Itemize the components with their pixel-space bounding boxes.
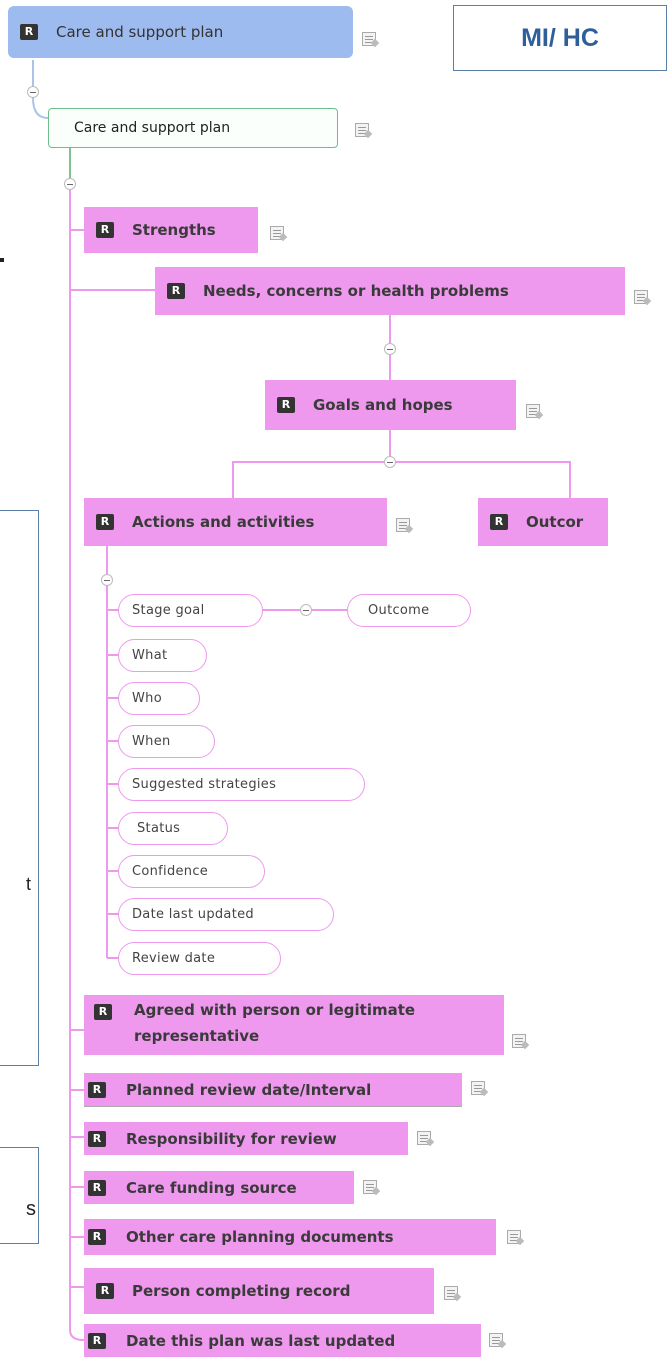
needs-node[interactable]: R Needs, concerns or health problems xyxy=(155,267,625,315)
left-frame-2-text: s xyxy=(26,1198,36,1220)
person-completing-label: Person completing record xyxy=(132,1282,351,1300)
confidence-pill[interactable]: Confidence xyxy=(118,855,265,888)
what-pill[interactable]: What xyxy=(118,639,207,672)
category-tag: MI/ HC xyxy=(453,5,667,71)
root-node[interactable]: R Care and support plan xyxy=(8,6,353,58)
r-badge-icon: R xyxy=(88,1332,106,1349)
agreed-node[interactable]: R Agreed with person or legitimate repre… xyxy=(84,995,504,1055)
note-icon[interactable] xyxy=(489,1333,503,1347)
r-badge-icon: R xyxy=(490,514,508,530)
note-icon[interactable] xyxy=(362,32,376,46)
outcome-pill[interactable]: Outcome xyxy=(347,594,471,627)
connector-lines xyxy=(32,60,571,1341)
funding-label: Care funding source xyxy=(126,1178,297,1197)
r-badge-icon: R xyxy=(88,1130,106,1147)
status-pill[interactable]: Status xyxy=(118,812,228,845)
goals-node[interactable]: R Goals and hopes xyxy=(265,380,516,430)
actions-label: Actions and activities xyxy=(132,513,315,531)
who-pill[interactable]: Who xyxy=(118,682,200,715)
collapse-icon[interactable] xyxy=(384,343,396,355)
strengths-label: Strengths xyxy=(132,221,216,239)
date-updated-label: Date this plan was last updated xyxy=(126,1331,396,1350)
note-icon[interactable] xyxy=(363,1180,377,1194)
r-badge-icon: R xyxy=(88,1081,106,1098)
outcomes-node[interactable]: R Outcor xyxy=(478,498,608,546)
r-badge-icon: R xyxy=(96,1283,114,1299)
left-frame-1-text: t xyxy=(26,874,32,894)
r-badge-icon: R xyxy=(94,1004,112,1020)
left-frame-2 xyxy=(0,1147,39,1244)
r-badge-icon: R xyxy=(96,222,114,238)
goals-label: Goals and hopes xyxy=(313,396,453,414)
planned-review-label: Planned review date/Interval xyxy=(126,1080,372,1099)
agreed-label-line1: Agreed with person or legitimate xyxy=(134,1001,416,1019)
child-node[interactable]: Care and support plan xyxy=(48,108,338,148)
note-icon[interactable] xyxy=(512,1034,526,1048)
note-icon[interactable] xyxy=(396,518,410,532)
collapse-icon[interactable] xyxy=(300,604,312,616)
person-completing-node[interactable]: R Person completing record xyxy=(84,1268,434,1314)
when-pill[interactable]: When xyxy=(118,725,215,758)
r-badge-icon: R xyxy=(88,1229,106,1245)
strengths-node[interactable]: R Strengths xyxy=(84,207,258,253)
child-node-label: Care and support plan xyxy=(74,120,231,136)
outcomes-label: Outcor xyxy=(526,513,584,531)
left-edge-mark xyxy=(0,258,4,262)
collapse-icon[interactable] xyxy=(27,86,39,98)
note-icon[interactable] xyxy=(444,1286,458,1300)
date-last-updated-pill[interactable]: Date last updated xyxy=(118,898,334,931)
r-badge-icon: R xyxy=(277,397,295,413)
responsibility-label: Responsibility for review xyxy=(126,1129,337,1148)
category-tag-label: MI/ HC xyxy=(521,23,599,52)
date-updated-node[interactable]: R Date this plan was last updated xyxy=(84,1324,481,1357)
note-icon[interactable] xyxy=(507,1230,521,1244)
other-docs-node[interactable]: R Other care planning documents xyxy=(84,1219,496,1255)
responsibility-node[interactable]: R Responsibility for review xyxy=(84,1122,408,1155)
suggested-strategies-pill[interactable]: Suggested strategies xyxy=(118,768,365,801)
r-badge-icon: R xyxy=(88,1179,106,1196)
note-icon[interactable] xyxy=(270,226,284,240)
collapse-icon[interactable] xyxy=(384,456,396,468)
collapse-icon[interactable] xyxy=(64,178,76,190)
root-node-label: Care and support plan xyxy=(56,23,224,41)
planned-review-node[interactable]: R Planned review date/Interval xyxy=(84,1073,462,1106)
note-icon[interactable] xyxy=(526,404,540,418)
agreed-label-line2: representative xyxy=(134,1027,260,1045)
r-badge-icon: R xyxy=(167,283,185,299)
funding-node[interactable]: R Care funding source xyxy=(84,1171,354,1204)
note-icon[interactable] xyxy=(634,290,648,304)
actions-node[interactable]: R Actions and activities xyxy=(84,498,387,546)
note-icon[interactable] xyxy=(417,1131,431,1145)
needs-label: Needs, concerns or health problems xyxy=(203,282,509,300)
left-frame-1 xyxy=(0,510,39,1066)
collapse-icon[interactable] xyxy=(101,574,113,586)
stage-goal-pill[interactable]: Stage goal xyxy=(118,594,263,627)
review-date-pill[interactable]: Review date xyxy=(118,942,281,975)
note-icon[interactable] xyxy=(355,123,369,137)
note-icon[interactable] xyxy=(471,1081,485,1095)
other-docs-label: Other care planning documents xyxy=(126,1228,394,1246)
r-badge-icon: R xyxy=(20,24,38,40)
r-badge-icon: R xyxy=(96,514,114,530)
